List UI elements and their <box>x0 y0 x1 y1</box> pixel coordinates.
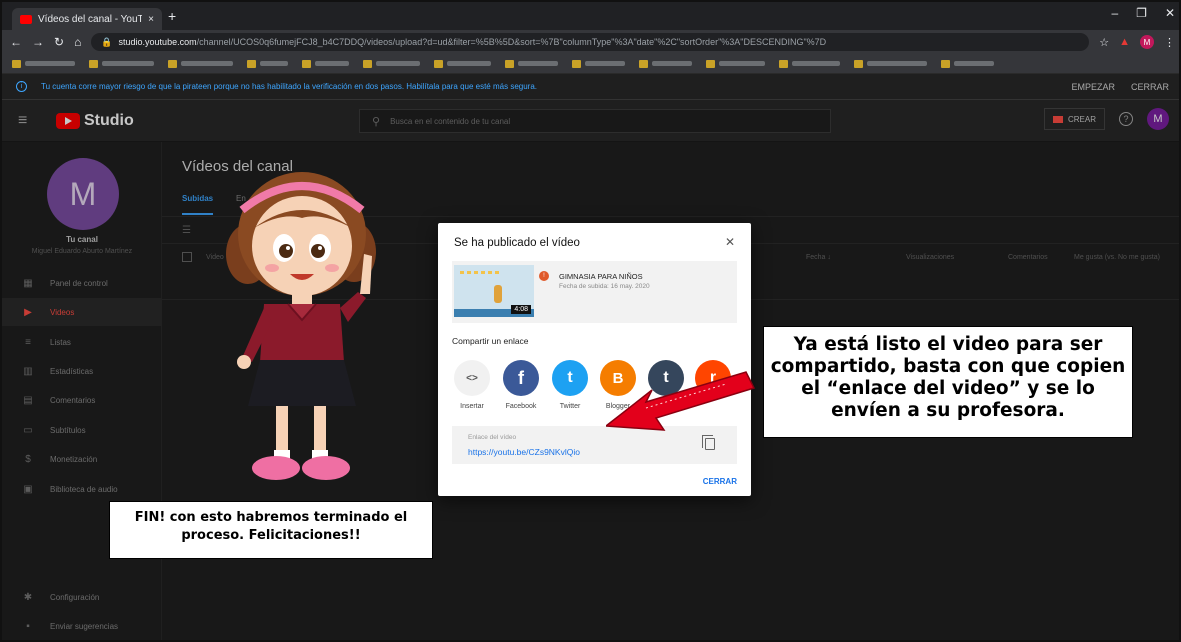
video-thumbnail[interactable]: 4:08 <box>454 265 534 317</box>
folder-icon <box>12 59 21 68</box>
red-arrow-annotation <box>606 371 756 431</box>
forward-icon[interactable]: → <box>32 35 44 49</box>
browser-tab[interactable]: Vídeos del canal - YouTube Stud × <box>12 8 162 30</box>
address-bar-actions: ☆ ▲ M ⋮ <box>1099 35 1175 49</box>
bookmarks-bar <box>2 54 1179 74</box>
bookmark-item[interactable] <box>89 59 154 68</box>
video-duration: 4:08 <box>511 305 531 314</box>
visibility-badge-icon: ! <box>539 271 549 281</box>
warning-message: Tu cuenta corre mayor riesgo de que la p… <box>41 82 537 91</box>
bookmark-item[interactable] <box>434 59 491 68</box>
profile-avatar[interactable]: M <box>1140 35 1154 49</box>
bookmark-item[interactable] <box>706 59 765 68</box>
instruction-callout-left: FIN! con esto habremos terminado el proc… <box>109 501 433 559</box>
bookmark-item[interactable] <box>941 59 994 68</box>
back-icon[interactable]: ← <box>10 35 22 49</box>
window-controls: – ❐ ✕ <box>1111 6 1175 20</box>
home-icon[interactable]: ⌂ <box>74 35 81 49</box>
dialog-title: Se ha publicado el vídeo <box>454 237 580 249</box>
menu-dots-icon[interactable]: ⋮ <box>1164 36 1175 49</box>
restore-icon[interactable]: ❐ <box>1136 6 1147 20</box>
tab-close-icon[interactable]: × <box>148 14 154 25</box>
folder-icon <box>854 59 863 68</box>
facebook-share-button[interactable]: f <box>503 360 539 396</box>
folder-icon <box>363 59 372 68</box>
warning-actions: EMPEZAR CERRAR <box>1071 82 1169 92</box>
bookmark-item[interactable] <box>779 59 840 68</box>
bookmark-item[interactable] <box>12 59 75 68</box>
facebook-label: Facebook <box>505 403 537 410</box>
folder-icon <box>434 59 443 68</box>
close-window-icon[interactable]: ✕ <box>1165 6 1175 20</box>
folder-icon <box>89 59 98 68</box>
minimize-icon[interactable]: – <box>1111 6 1118 20</box>
cartoon-girl-illustration <box>226 172 376 480</box>
embed-icon: <> <box>466 372 478 384</box>
browser-tab-bar: Vídeos del canal - YouTube Stud × + – ❐ … <box>2 2 1179 30</box>
screenshot-frame: Vídeos del canal - YouTube Stud × + – ❐ … <box>0 0 1181 642</box>
address-bar: ← → ↻ ⌂ 🔒 studio.youtube.com /channel/UC… <box>2 30 1179 54</box>
star-icon[interactable]: ☆ <box>1099 36 1109 49</box>
thumbnail-figure <box>494 285 502 303</box>
folder-icon <box>505 59 514 68</box>
bookmark-item[interactable] <box>168 59 233 68</box>
url-host: studio.youtube.com <box>118 37 197 47</box>
folder-icon <box>706 59 715 68</box>
embed-button[interactable]: <> <box>454 360 490 396</box>
info-icon: i <box>16 81 27 92</box>
bookmark-item[interactable] <box>302 59 349 68</box>
lock-icon: 🔒 <box>101 36 113 47</box>
published-dialog: Se ha publicado el vídeo ✕ 4:08 ! GIMNAS… <box>438 223 751 496</box>
dismiss-button[interactable]: CERRAR <box>1131 82 1169 92</box>
close-icon[interactable]: ✕ <box>725 235 735 249</box>
url-field[interactable]: 🔒 studio.youtube.com /channel/UCOS0q6fum… <box>91 33 1090 51</box>
youtube-favicon-icon <box>20 14 32 24</box>
video-link-label: Enlace del vídeo <box>468 434 517 441</box>
folder-icon <box>247 59 256 68</box>
folder-icon <box>779 59 788 68</box>
instruction-callout-right: Ya está listo el video para ser comparti… <box>763 326 1133 438</box>
tab-title: Vídeos del canal - YouTube Stud <box>38 13 142 25</box>
bookmark-item[interactable] <box>639 59 692 68</box>
start-button[interactable]: EMPEZAR <box>1071 82 1115 92</box>
video-upload-date: Fecha de subida: 16 may. 2020 <box>559 283 650 290</box>
share-link-heading: Compartir un enlace <box>452 336 529 346</box>
dialog-close-button[interactable]: CERRAR <box>703 477 737 486</box>
video-title: GIMNASIA PARA NIÑOS <box>559 272 643 281</box>
embed-label: Insertar <box>460 403 484 410</box>
new-tab-button[interactable]: + <box>168 8 176 24</box>
reload-icon[interactable]: ↻ <box>54 35 64 49</box>
twitter-label: Twitter <box>559 403 581 410</box>
bookmark-item[interactable] <box>572 59 625 68</box>
security-warning-banner: i Tu cuenta corre mayor riesgo de que la… <box>2 74 1179 100</box>
folder-icon <box>639 59 648 68</box>
bookmark-item[interactable] <box>247 59 288 68</box>
url-path: /channel/UCOS0q6fumejFCJ8_b4C7DDQ/videos… <box>196 37 827 47</box>
folder-icon <box>168 59 177 68</box>
twitter-share-button[interactable]: t <box>552 360 588 396</box>
twitter-icon: t <box>567 369 573 386</box>
folder-icon <box>941 59 950 68</box>
bookmark-item[interactable] <box>854 59 927 68</box>
bookmark-item[interactable] <box>505 59 558 68</box>
pdf-extension-icon[interactable]: ▲ <box>1119 36 1130 48</box>
folder-icon <box>302 59 311 68</box>
facebook-icon: f <box>518 367 524 388</box>
thumbnail-stars <box>460 271 500 274</box>
video-card: 4:08 ! GIMNASIA PARA NIÑOS Fecha de subi… <box>452 261 737 323</box>
video-link[interactable]: https://youtu.be/CZs9NKvlQio <box>468 447 580 457</box>
folder-icon <box>572 59 581 68</box>
bookmark-item[interactable] <box>363 59 420 68</box>
